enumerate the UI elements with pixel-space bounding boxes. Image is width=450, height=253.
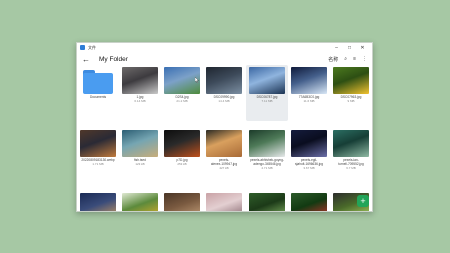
file-item[interactable]: [204, 193, 244, 211]
file-size: 9 MB: [347, 98, 355, 103]
folder-icon: [83, 70, 113, 94]
view-toggle-icon[interactable]: ≡: [353, 56, 356, 62]
file-size: 11.6 MB: [303, 98, 315, 103]
file-item[interactable]: pexels- alenex-109947.jpg 427 kB: [204, 130, 244, 170]
image-thumbnail: [291, 67, 327, 94]
file-size: 3.67 MB: [303, 165, 315, 170]
file-manager-window: 文件 – □ ✕ ← My Folder 名称 ⌕ ≡ ⋮ Documents 1…: [76, 42, 373, 212]
file-item[interactable]: pexels-egil- sjøholt-1696636.jpg 3.67 MB: [289, 130, 329, 170]
file-size: 4.71 MB: [261, 165, 273, 170]
image-thumbnail: [206, 193, 242, 211]
file-item[interactable]: DSC06787.jpg 7.11 MB: [247, 67, 287, 103]
file-item[interactable]: pexels-abhishek-goyng- adengo-345546.jpg…: [247, 130, 287, 170]
file-size: 6.14 MB: [134, 98, 146, 103]
back-arrow-icon[interactable]: ←: [82, 55, 92, 64]
file-item[interactable]: fish.tsed 123 kB: [120, 130, 160, 166]
image-thumbnail: [249, 193, 285, 211]
app-icon: [80, 45, 85, 50]
search-icon[interactable]: ⌕: [344, 56, 347, 62]
image-thumbnail: [249, 130, 285, 157]
file-item[interactable]: [78, 193, 118, 211]
file-item[interactable]: DSC07963.jpg 9 MB: [331, 67, 371, 103]
image-thumbnail: [333, 130, 369, 157]
image-thumbnail: [291, 193, 327, 211]
file-item[interactable]: 77A6B3C0.jpg 11.6 MB: [289, 67, 329, 103]
file-name: Documents: [89, 95, 107, 99]
image-thumbnail: [122, 193, 158, 211]
image-thumbnail: [122, 67, 158, 94]
file-size: 123 kB: [135, 161, 145, 166]
file-item[interactable]: [247, 193, 287, 211]
page-title: My Folder: [99, 55, 128, 63]
file-size: 253 kB: [177, 161, 187, 166]
file-size: 14.4 MB: [218, 98, 230, 103]
file-size: 6.7 MB: [346, 165, 356, 170]
file-size: 427 kB: [219, 165, 229, 170]
file-item[interactable]: 1.jpg 6.14 MB: [120, 67, 160, 103]
app-name: 文件: [88, 44, 96, 50]
add-fab-button[interactable]: +: [357, 195, 369, 207]
maximize-button[interactable]: □: [343, 43, 356, 52]
image-thumbnail: [249, 67, 285, 94]
image-thumbnail: [333, 67, 369, 94]
file-size: 21.2 MB: [176, 98, 188, 103]
file-item[interactable]: [162, 193, 202, 211]
image-thumbnail: [80, 130, 116, 157]
file-item[interactable]: [289, 193, 329, 211]
image-thumbnail: [80, 193, 116, 211]
image-thumbnail: [291, 130, 327, 157]
image-thumbnail: [122, 130, 158, 157]
minimize-button[interactable]: –: [330, 43, 343, 52]
file-item[interactable]: D2S4.jpg 21.2 MB: [162, 67, 202, 103]
image-thumbnail: [206, 130, 242, 157]
file-size: 7.11 MB: [261, 98, 273, 103]
file-item[interactable]: [120, 193, 160, 211]
file-item[interactable]: DSC09990.jpg 14.4 MB: [204, 67, 244, 103]
title-bar: 文件 – □ ✕: [77, 43, 372, 52]
folder-item[interactable]: Documents: [78, 67, 118, 100]
mouse-cursor-icon: [195, 77, 199, 83]
sort-button[interactable]: 名称: [328, 56, 338, 63]
image-thumbnail: [206, 67, 242, 94]
close-button[interactable]: ✕: [356, 43, 369, 52]
image-thumbnail: [164, 130, 200, 157]
toolbar: ← My Folder 名称 ⌕ ≡ ⋮: [77, 52, 372, 66]
more-options-icon[interactable]: ⋮: [362, 56, 367, 62]
file-size: 1.71 MB: [92, 161, 104, 166]
file-item[interactable]: 20220809183130.webp 1.71 MB: [78, 130, 118, 166]
file-item[interactable]: p7D.jpg 253 kB: [162, 130, 202, 166]
file-item[interactable]: pexels-ian- turnell-709552.jpg 6.7 MB: [331, 130, 371, 170]
image-thumbnail: [164, 193, 200, 211]
